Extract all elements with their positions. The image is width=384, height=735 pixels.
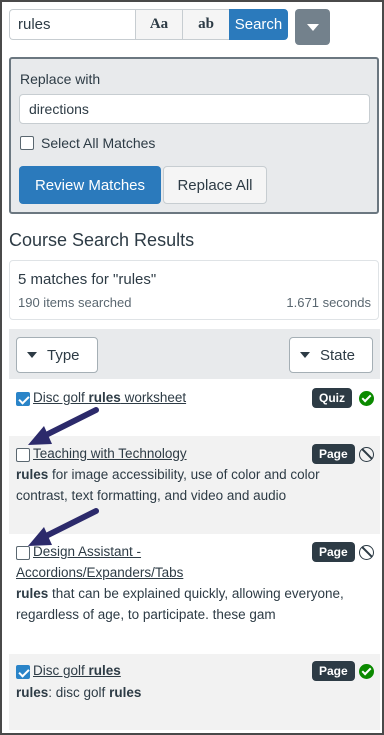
select-all-label: Select All Matches	[41, 135, 156, 151]
app-frame: Aa ab Search Replace with directions Sel…	[0, 0, 384, 735]
type-badge: Quiz	[312, 388, 352, 408]
results-heading: Course Search Results	[9, 230, 195, 250]
type-badge: Page	[312, 661, 355, 681]
review-matches-button[interactable]: Review Matches	[19, 166, 161, 204]
caret-down-icon	[300, 352, 310, 358]
search-time: 1.671 seconds	[286, 295, 371, 310]
unpublished-icon[interactable]	[359, 545, 374, 560]
result-checkbox[interactable]	[16, 448, 30, 462]
search-bar: Aa ab Search	[9, 9, 288, 40]
replace-all-button[interactable]: Replace All	[163, 166, 267, 204]
items-searched: 190 items searched	[18, 295, 132, 310]
caret-down-icon	[27, 352, 37, 358]
search-summary: 5 matches for "rules" 190 items searched…	[9, 260, 379, 320]
type-filter-button[interactable]: Type	[16, 337, 98, 373]
type-badge: Page	[312, 542, 355, 562]
replace-input[interactable]: directions	[19, 94, 370, 124]
filter-bar: Type State	[9, 329, 380, 379]
result-title-link-line2[interactable]: Accordions/Expanders/Tabs	[16, 562, 183, 583]
match-case-button[interactable]: Aa	[135, 9, 182, 40]
result-snippet: rules that can be explained quickly, all…	[16, 586, 344, 622]
select-all-row[interactable]: Select All Matches	[20, 135, 155, 151]
select-all-checkbox[interactable]	[20, 136, 34, 150]
published-check-icon[interactable]	[359, 391, 374, 406]
search-button[interactable]: Search	[229, 9, 288, 40]
annotation-arrow-icon	[28, 407, 99, 445]
state-filter-button[interactable]: State	[289, 337, 373, 373]
chevron-down-icon	[306, 23, 319, 31]
result-title-link[interactable]: Disc golf rules	[33, 660, 121, 681]
result-snippet: rules: disc golf rules	[16, 685, 142, 700]
options-dropdown-button[interactable]	[295, 9, 330, 45]
published-check-icon[interactable]	[359, 664, 374, 679]
replace-label: Replace with	[20, 71, 101, 87]
result-checkbox[interactable]	[16, 665, 30, 679]
whole-word-button[interactable]: ab	[182, 9, 229, 40]
state-filter-label: State	[320, 346, 356, 364]
replace-panel: Replace with directions Select All Match…	[9, 57, 379, 214]
result-item: Design Assistant - Accordions/Expanders/…	[9, 534, 380, 652]
type-badge: Page	[312, 444, 355, 464]
result-item: Disc golf rules Page rules: disc golf ru…	[9, 654, 380, 730]
type-filter-label: Type	[47, 346, 80, 364]
unpublished-icon[interactable]	[359, 447, 374, 462]
match-count: 5 matches for "rules"	[18, 271, 157, 288]
annotation-arrow-icon	[28, 508, 99, 546]
result-snippet: rules for image accessibility, use of co…	[16, 467, 320, 503]
search-input[interactable]	[9, 9, 135, 40]
